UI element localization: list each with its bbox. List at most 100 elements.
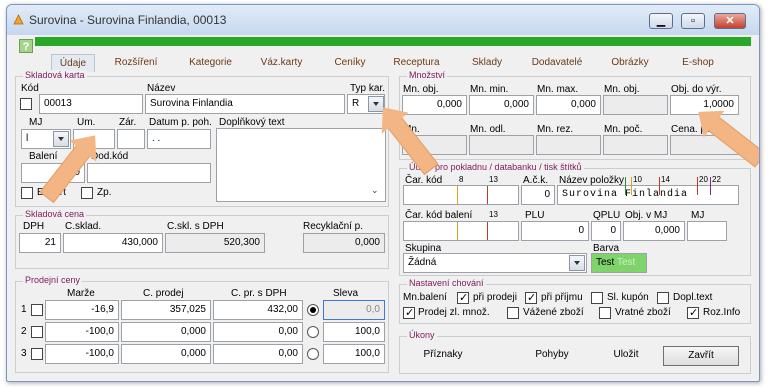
row-3-radio[interactable] [307,348,319,360]
maximize-button[interactable]: ▫ [681,13,705,29]
nazev-input[interactable]: Surovina Finlandia [145,94,345,114]
mn-rez-input[interactable] [536,135,601,155]
row-3-cprodej[interactable]: 0,000 [121,344,211,364]
row-2-cpr-dph[interactable]: 0,00 [213,322,303,342]
row-2-sleva[interactable]: 100,0 [323,322,385,342]
row-1-sleva[interactable]: 0,0 [323,300,385,320]
roz-info-checkbox[interactable] [687,306,699,319]
tab-receptura[interactable]: Receptura [389,57,444,71]
row-2-cprodej[interactable]: 0,000 [121,322,211,342]
ruler-line [631,177,632,195]
row-1-marze[interactable]: -16,9 [45,300,119,320]
row-2-checkbox[interactable] [31,326,43,338]
kod-input[interactable]: 00013 [39,94,143,114]
prodej-zl-mnoz-label: Prodej zl. množ. [418,307,490,318]
row-3-checkbox[interactable] [31,348,43,360]
close-button[interactable]: ✕ [714,13,746,29]
csklad-input[interactable]: 430,000 [63,233,163,253]
mn-obj2-input[interactable] [603,95,668,115]
nazev-label: Název [147,83,176,94]
recyklacni-input[interactable]: 0,000 [303,233,385,253]
ruler-line [487,222,488,240]
mn-odl-input[interactable] [469,135,534,155]
mn-max-input[interactable]: 0,000 [536,95,601,115]
chevron-down-icon[interactable]: ⌄ [371,185,381,195]
tab-kategorie[interactable]: Kategorie [183,57,238,71]
priznaky-button[interactable]: Příznaky [411,346,475,366]
tab-ceniky[interactable]: Ceníky [329,57,371,71]
qplu-input[interactable]: 0 [591,221,621,241]
kod-checkbox[interactable] [20,98,32,110]
row-1-checkbox[interactable] [31,304,43,316]
ruler-line [625,177,626,195]
row-number: 2 [21,326,27,337]
ruler-mark: 14 [661,175,670,184]
ruler-line [487,186,488,204]
skupina-dropdown-icon[interactable] [569,255,585,271]
row-1-cpr-dph[interactable]: 432,00 [213,300,303,320]
row-1-radio[interactable] [307,304,319,316]
tab-sklady[interactable]: Sklady [467,57,507,71]
mn-min-input[interactable]: 0,000 [469,95,534,115]
obj-do-vyr-label: Obj. do výr. [671,84,722,95]
barva-swatch[interactable]: Test Test [591,253,647,273]
plu-input[interactable]: 0 [521,221,589,241]
vazene-zbozi-checkbox[interactable] [507,307,519,319]
marze-header: Marže [67,288,95,299]
datum-input[interactable]: . . [147,129,211,149]
zp-checkbox[interactable] [81,187,93,199]
prodej-zl-mnoz-checkbox[interactable] [403,306,415,319]
row-3-marze[interactable]: -100,0 [45,344,119,364]
pri-prodeji-checkbox[interactable] [457,291,469,304]
zar-input[interactable] [117,129,145,149]
export-checkbox[interactable] [21,187,33,199]
mn-obj-input[interactable]: 0,000 [402,95,467,115]
vratne-zbozi-checkbox[interactable] [599,307,611,319]
car-kod-baleni-input[interactable] [403,221,519,241]
ruler-mark: 13 [489,210,498,219]
row-number: 3 [21,348,27,359]
kod-label: Kód [21,83,39,94]
dph-input[interactable]: 21 [19,233,61,253]
cskl-dph-input[interactable]: 520,300 [165,233,265,253]
typ-kar-label: Typ kar. [350,83,386,94]
help-button[interactable]: ? [19,39,33,53]
car-kod-baleni-label: Čar. kód balení [405,210,473,221]
zavrit-button[interactable]: Zavřít [663,346,739,366]
minimize-button[interactable]: ▁ [649,13,673,29]
tab-eshop[interactable]: E-shop [675,57,721,71]
ruler-mark: 13 [489,175,498,184]
row-3-sleva[interactable]: 100,0 [323,344,385,364]
barva-text-light: Test [616,257,636,268]
row-2-marze[interactable]: -100,0 [45,322,119,342]
tab-dodavatele[interactable]: Dodavatelé [527,57,587,71]
tab-vaz-karty[interactable]: Váz.karty [254,57,309,71]
pokladna-mj-input[interactable] [687,221,727,241]
tab-obrazky[interactable]: Obrázky [605,57,655,71]
mn-poc-input[interactable] [603,135,668,155]
pohyby-button[interactable]: Pohyby [527,346,577,366]
doplnkovy-text-area[interactable] [216,128,386,202]
pri-prijmu-checkbox[interactable] [525,291,537,304]
app-icon [13,14,24,25]
skladova-karta-label: Skladová karta [23,70,87,80]
pri-prijmu-label: při příjmu [541,292,583,303]
nazev-polozky-input[interactable]: Surovina Finlandia [557,185,739,205]
ack-input[interactable]: 0 [521,185,555,205]
obj-v-mj-input[interactable]: 0,000 [623,221,685,241]
car-kod-input[interactable] [403,185,519,205]
mn-max-label: Mn. max. [537,84,579,95]
sl-kupon-checkbox[interactable] [591,292,603,304]
ulozit-button[interactable]: Uložit [603,346,649,366]
vazene-zbozi-label: Vážené zboží [523,307,584,318]
skupina-select[interactable]: Žádná [403,253,587,273]
row-3-cpr-dph[interactable]: 0,00 [213,344,303,364]
row-1-cprodej[interactable]: 357,025 [121,300,211,320]
row-2-radio[interactable] [307,326,319,338]
sleva-header: Sleva [333,288,359,299]
mj-dropdown-icon[interactable] [53,131,69,147]
tab-rozsireni[interactable]: Rozšíření [111,57,161,71]
baleni-label: Balení [29,151,58,162]
dopl-text-checkbox[interactable] [657,292,669,304]
dodkod-input[interactable] [87,163,211,183]
